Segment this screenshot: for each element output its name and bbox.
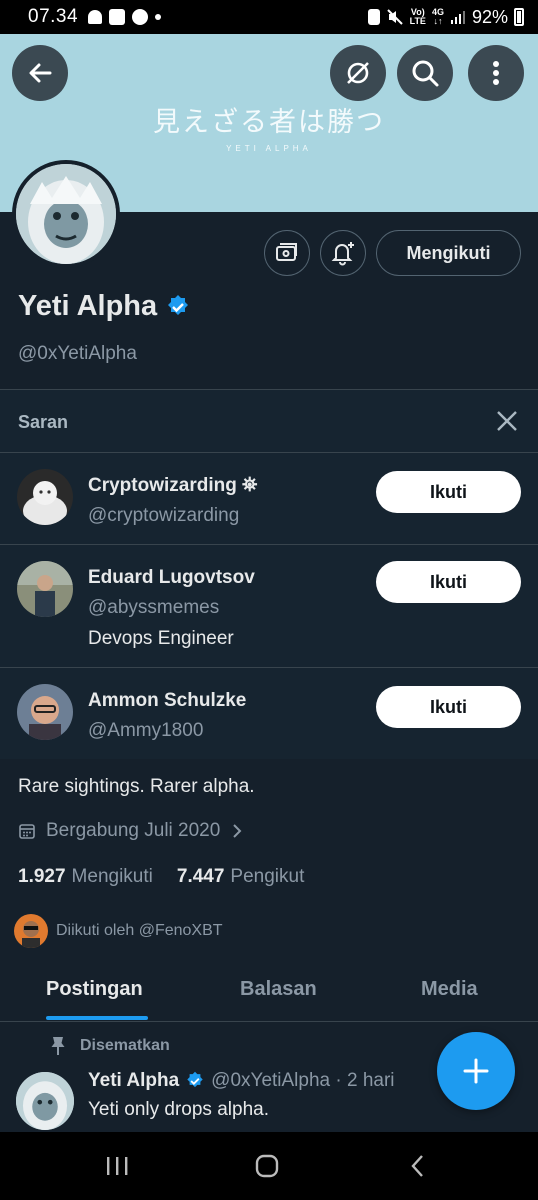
suggestion-handle: @Ammy1800 xyxy=(88,720,204,741)
followers-count-link[interactable]: 7.447 Pengikut xyxy=(177,866,305,888)
battery-saver-icon xyxy=(367,9,380,25)
battery-icon xyxy=(514,8,524,26)
follow-button[interactable]: Ikuti xyxy=(376,686,521,728)
post-author-avatar[interactable] xyxy=(16,1072,74,1130)
grok-icon xyxy=(347,62,369,84)
battery-percent: 92% xyxy=(471,6,508,27)
following-count: 1.927 xyxy=(18,866,66,887)
tab-postingan[interactable]: Postingan xyxy=(46,978,143,1001)
join-date: Bergabung Juli 2020 xyxy=(46,820,221,841)
post-handle-time: @0xYetiAlpha · 2 hari xyxy=(211,1070,395,1091)
tab-balasan[interactable]: Balasan xyxy=(240,978,317,1001)
grok-button[interactable] xyxy=(330,45,386,101)
money-icon xyxy=(276,243,297,261)
compose-button[interactable] xyxy=(437,1032,515,1110)
network-4g-icon: 4G ↓↑ xyxy=(431,7,444,26)
suggestion-name: Cryptowizarding ⛯ xyxy=(88,475,258,496)
mute-icon xyxy=(386,9,403,25)
back-nav-button[interactable] xyxy=(398,1150,438,1182)
post-text: Yeti only drops alpha. xyxy=(88,1099,269,1120)
profile-name-text: Yeti Alpha xyxy=(18,290,158,322)
plus-icon xyxy=(463,1058,489,1084)
subscribe-button[interactable] xyxy=(264,230,310,276)
suggestion-name: Ammon Schulzke xyxy=(88,690,247,711)
verified-badge-icon xyxy=(187,1071,203,1088)
followed-by-text: Diikuti oleh @FenoXBT xyxy=(56,922,223,939)
banner-subtitle: YETI ALPHA xyxy=(226,144,312,153)
home-button[interactable] xyxy=(247,1150,287,1182)
more-vertical-icon xyxy=(493,61,499,85)
suggestion-handle: @abyssmemes xyxy=(88,597,220,618)
followers-label: Pengikut xyxy=(230,866,305,887)
join-date-row[interactable]: Bergabung Juli 2020 xyxy=(18,820,244,842)
suggestion-item[interactable]: Ammon Schulzke @Ammy1800 Ikuti xyxy=(0,667,538,760)
home-icon xyxy=(255,1154,279,1178)
suggestion-bio: Devops Engineer xyxy=(88,628,234,649)
follow-button[interactable]: Ikuti xyxy=(376,561,521,603)
recent-apps-icon xyxy=(107,1157,128,1175)
profile-bio: Rare sightings. Rarer alpha. xyxy=(18,776,255,797)
suggestion-item[interactable]: Cryptowizarding ⛯ @cryptowizarding Ikuti xyxy=(0,452,538,544)
suggestion-avatar[interactable] xyxy=(17,684,73,740)
back-button[interactable] xyxy=(12,45,68,101)
following-label: Mengikuti xyxy=(71,866,153,887)
suggestion-avatar[interactable] xyxy=(17,469,73,525)
recent-apps-button[interactable] xyxy=(97,1150,137,1182)
profile-page: 07.34 Vo) LTE 4G ↓↑ 92% 見えざる者は勝つ YETI ALPH… xyxy=(0,0,538,1200)
suggestion-name: Eduard Lugovtsov xyxy=(88,567,255,588)
gallery-icon xyxy=(109,9,126,25)
following-count-link[interactable]: 1.927 Mengikuti xyxy=(18,866,153,888)
status-bar: 07.34 Vo) LTE 4G ↓↑ 92% xyxy=(0,0,538,34)
followers-count: 7.447 xyxy=(176,866,225,887)
post-author-name[interactable]: Yeti Alpha xyxy=(88,1070,179,1092)
following-button[interactable]: Mengikuti xyxy=(376,230,521,276)
suggestions-panel: Saran Cryptowizarding ⛯ @cryptowizarding… xyxy=(0,389,538,759)
profile-avatar[interactable] xyxy=(12,160,120,268)
volte-icon: Vo) LTE xyxy=(409,7,426,26)
banner-title: 見えざる者は勝つ xyxy=(153,107,385,138)
pinned-label-row: Disematkan xyxy=(50,1036,170,1056)
profile-name: Yeti Alpha xyxy=(18,290,191,323)
follower-avatar xyxy=(14,914,48,948)
follow-button[interactable]: Ikuti xyxy=(376,471,521,513)
verified-badge-icon xyxy=(168,294,189,315)
profile-handle: @0xYetiAlpha xyxy=(18,343,137,364)
close-icon[interactable] xyxy=(494,408,520,434)
system-navigation-bar xyxy=(0,1132,538,1200)
chevron-left-icon xyxy=(411,1155,423,1177)
post-header: Yeti Alpha @0xYetiAlpha · 2 hari xyxy=(88,1070,395,1092)
status-time: 07.34 xyxy=(28,6,79,27)
suggestion-item[interactable]: Eduard Lugovtsov @abyssmemes Devops Engi… xyxy=(0,544,538,667)
message-icon xyxy=(132,9,149,25)
notification-icon xyxy=(88,10,103,24)
active-tab-indicator xyxy=(46,1016,148,1020)
followed-by-row[interactable]: Diikuti oleh @FenoXBT xyxy=(14,914,223,948)
arrow-left-icon xyxy=(29,63,52,83)
follow-counts: 1.927 Mengikuti 7.447 Pengikut xyxy=(18,866,304,888)
chevron-right-icon xyxy=(233,824,242,838)
pinned-label: Disematkan xyxy=(80,1037,170,1054)
search-icon xyxy=(412,60,439,87)
signal-icon xyxy=(450,11,465,24)
more-options-button[interactable] xyxy=(468,45,524,101)
tab-media[interactable]: Media xyxy=(421,978,478,1001)
search-button[interactable] xyxy=(397,45,453,101)
suggestion-avatar[interactable] xyxy=(17,561,73,617)
profile-tabs: Postingan Balasan Media xyxy=(0,962,538,1022)
pin-icon xyxy=(51,1037,65,1055)
calendar-icon xyxy=(19,824,35,839)
yeti-avatar-image xyxy=(16,164,116,264)
suggestion-handle: @cryptowizarding xyxy=(88,505,240,526)
suggestions-title: Saran xyxy=(18,412,69,432)
more-notifications-icon xyxy=(155,14,162,20)
notify-button[interactable] xyxy=(320,230,366,276)
bell-plus-icon xyxy=(331,242,354,266)
